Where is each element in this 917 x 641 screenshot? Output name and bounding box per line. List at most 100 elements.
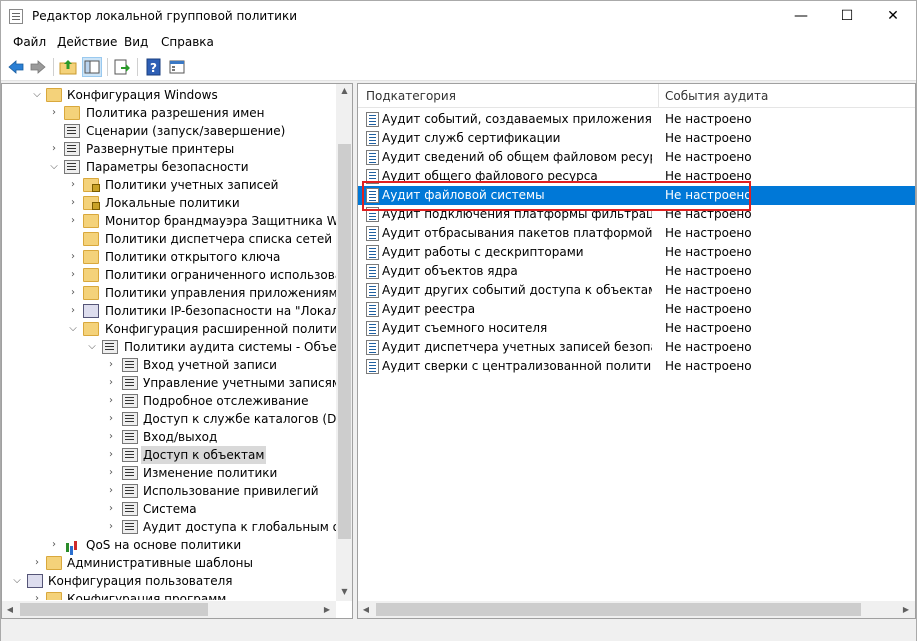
collapse-arrow-icon[interactable]: ⌵ (32, 86, 42, 104)
tree-item-public-key-policies[interactable]: › Политики открытого ключа (2, 248, 337, 266)
list-row[interactable]: Аудит отбрасывания пакетов платформой фи… (358, 224, 915, 243)
expand-arrow-icon[interactable]: › (106, 464, 116, 482)
tree-item-app-control[interactable]: › Политики управления приложениями (2, 284, 345, 302)
tree-item-windows-config[interactable]: ⌵ Конфигурация Windows (2, 86, 337, 104)
list-row[interactable]: Аудит других событий доступа к объектам Н… (358, 281, 915, 300)
expand-arrow-icon[interactable]: › (49, 140, 59, 158)
bar-chart-icon (64, 538, 80, 552)
expand-arrow-icon[interactable]: › (106, 518, 116, 536)
list-row[interactable]: Аудит объектов ядра Не настроено (358, 262, 915, 281)
tree-item-audit-policies[interactable]: ⌵ Политики аудита системы - Объект ло (2, 338, 352, 356)
tree-item-deployed-printers[interactable]: › Развернутые принтеры (2, 140, 337, 158)
expand-arrow-icon[interactable]: › (106, 410, 116, 428)
tree-horizontal-scrollbar[interactable]: ◀ ▶ (2, 601, 336, 618)
collapse-arrow-icon[interactable]: ⌵ (87, 338, 97, 356)
tree-item-software-settings[interactable]: › Конфигурация программ (2, 590, 337, 600)
minimize-button[interactable]: — (778, 1, 824, 32)
tree-item-firewall-monitor[interactable]: › Монитор брандмауэра Защитника Windo (2, 212, 352, 230)
tree-item-account-logon[interactable]: › Вход учетной записи (2, 356, 337, 374)
tree-item-system[interactable]: › Система (2, 500, 337, 518)
expand-arrow-icon[interactable]: › (106, 482, 116, 500)
expand-arrow-icon[interactable]: › (32, 590, 42, 600)
menu-file[interactable]: Файл (13, 35, 46, 49)
collapse-arrow-icon[interactable]: ⌵ (49, 158, 59, 176)
list-pane[interactable]: Подкатегория События аудита Аудит событи… (357, 83, 916, 619)
tree-item-advanced-audit-config[interactable]: ⌵ Конфигурация расширенной политики ау (2, 320, 352, 338)
list-row[interactable]: Аудит событий, создаваемых приложениями Н… (358, 110, 915, 129)
collapse-arrow-icon[interactable]: ⌵ (12, 572, 22, 590)
tree-item-admin-templates[interactable]: › Административные шаблоны (2, 554, 337, 572)
properties-icon[interactable] (168, 58, 186, 76)
list-row[interactable]: Аудит сведений об общем файловом ресурсе… (358, 148, 915, 167)
show-hide-tree-icon[interactable] (82, 57, 102, 77)
expand-arrow-icon[interactable]: › (68, 212, 78, 230)
expand-arrow-icon[interactable]: › (49, 104, 59, 122)
expand-arrow-icon[interactable]: › (106, 356, 116, 374)
scroll-up-arrow-icon[interactable]: ▲ (336, 86, 352, 95)
tree-item-account-management[interactable]: › Управление учетными записями (2, 374, 349, 392)
expand-arrow-icon[interactable]: › (32, 554, 42, 572)
tree-item-ds-access[interactable]: › Доступ к службе каталогов (DS) (2, 410, 349, 428)
expand-arrow-icon[interactable]: › (49, 536, 59, 554)
export-list-icon[interactable] (113, 58, 131, 76)
collapse-arrow-icon[interactable]: ⌵ (68, 320, 78, 338)
tree-item-local-policies[interactable]: › Локальные политики (2, 194, 337, 212)
close-button[interactable]: ✕ (870, 1, 916, 32)
expand-arrow-icon[interactable]: › (106, 374, 116, 392)
list-row[interactable]: Аудит реестра Не настроено (358, 300, 915, 319)
scroll-left-arrow-icon[interactable]: ◀ (361, 605, 371, 614)
column-header-subcategory[interactable]: Подкатегория (366, 89, 456, 103)
column-divider[interactable] (658, 84, 659, 108)
scroll-right-arrow-icon[interactable]: ▶ (322, 605, 332, 614)
scroll-down-arrow-icon[interactable]: ▼ (336, 587, 352, 596)
expand-arrow-icon[interactable]: › (106, 392, 116, 410)
tree-item-software-restriction[interactable]: › Политики ограниченного использования (2, 266, 352, 284)
list-row[interactable]: Аудит служб сертификации Не настроено (358, 129, 915, 148)
menu-action[interactable]: Действие (57, 35, 117, 49)
expand-arrow-icon[interactable]: › (68, 176, 78, 194)
tree-item-qos[interactable]: › QoS на основе политики (2, 536, 337, 554)
tree-item-logon-logoff[interactable]: › Вход/выход (2, 428, 337, 446)
expand-arrow-icon[interactable]: › (68, 248, 78, 266)
tree-vertical-scrollbar[interactable]: ▲ ▼ (336, 84, 352, 601)
tree-hscroll-thumb[interactable] (20, 603, 208, 616)
scroll-right-arrow-icon[interactable]: ▶ (901, 605, 911, 614)
list-horizontal-scrollbar[interactable]: ◀ ▶ (358, 601, 915, 618)
tree-item-network-list-policies[interactable]: Политики диспетчера списка сетей (2, 230, 337, 248)
title-bar[interactable]: Редактор локальной групповой политики — … (1, 1, 916, 32)
expand-arrow-icon[interactable]: › (68, 194, 78, 212)
help-icon[interactable]: ? (145, 58, 163, 76)
expand-arrow-icon[interactable]: › (106, 446, 116, 464)
tree-item-name-resolution-policy[interactable]: › Политика разрешения имен (2, 104, 337, 122)
tree-item-privilege-use[interactable]: › Использование привилегий (2, 482, 337, 500)
maximize-button[interactable]: ☐ (824, 1, 870, 32)
menu-view[interactable]: Вид (124, 35, 148, 49)
forward-arrow-icon[interactable] (29, 58, 47, 76)
expand-arrow-icon[interactable]: › (68, 266, 78, 284)
tree-item-global-object-access[interactable]: › Аудит доступа к глобальным объе (2, 518, 352, 536)
tree-item-scripts[interactable]: Сценарии (запуск/завершение) (2, 122, 337, 140)
list-row[interactable]: Аудит сверки с централизованной политико… (358, 357, 915, 376)
tree-item-object-access[interactable]: › Доступ к объектам (2, 446, 337, 464)
expand-arrow-icon[interactable]: › (106, 428, 116, 446)
list-hscroll-thumb[interactable] (376, 603, 861, 616)
up-folder-icon[interactable] (59, 58, 77, 76)
list-row[interactable]: Аудит съемного носителя Не настроено (358, 319, 915, 338)
tree-item-ipsec-policies[interactable]: › Политики IP-безопасности на "Локальны (2, 302, 352, 320)
list-row[interactable]: Аудит работы с дескрипторами Не настроено (358, 243, 915, 262)
tree-pane[interactable]: ⌵ Конфигурация Windows › Политика разреш… (1, 83, 353, 619)
tree-item-account-policies[interactable]: › Политики учетных записей (2, 176, 337, 194)
expand-arrow-icon[interactable]: › (68, 284, 78, 302)
tree-vscroll-thumb[interactable] (338, 144, 351, 539)
column-header-audit-events[interactable]: События аудита (665, 89, 768, 103)
tree-item-policy-change[interactable]: › Изменение политики (2, 464, 337, 482)
scroll-left-arrow-icon[interactable]: ◀ (5, 605, 15, 614)
menu-help[interactable]: Справка (161, 35, 214, 49)
tree-item-detailed-tracking[interactable]: › Подробное отслеживание (2, 392, 337, 410)
tree-item-user-config[interactable]: ⌵ Конфигурация пользователя (2, 572, 337, 590)
tree-item-security-settings[interactable]: ⌵ Параметры безопасности (2, 158, 337, 176)
list-row[interactable]: Аудит диспетчера учетных записей безопас… (358, 338, 915, 357)
expand-arrow-icon[interactable]: › (68, 302, 78, 320)
expand-arrow-icon[interactable]: › (106, 500, 116, 518)
back-arrow-icon[interactable] (7, 58, 25, 76)
